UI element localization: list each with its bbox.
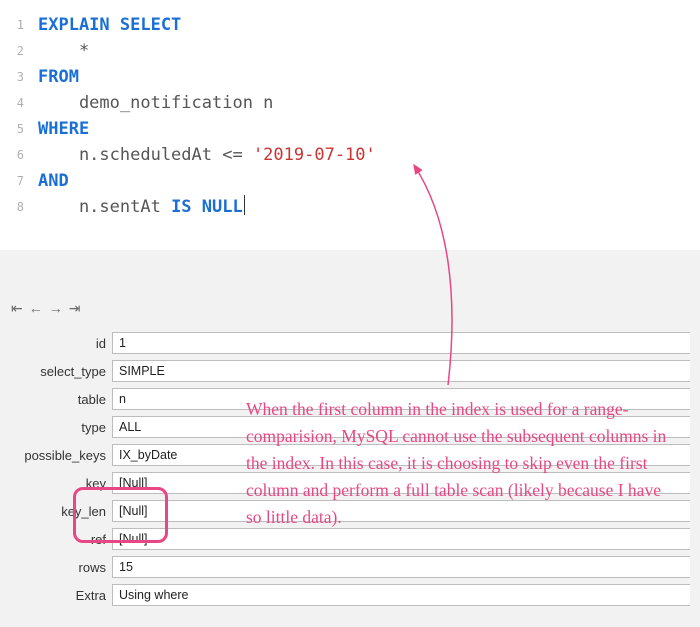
code-line[interactable]: 5WHERE [0,116,700,142]
result-value[interactable]: n [112,388,690,410]
code-line[interactable]: 8 n.sentAt IS NULL [0,194,700,220]
result-label: table [0,392,112,407]
code-content[interactable]: n.scheduledAt <= '2019-07-10' [38,142,700,168]
result-value[interactable]: Using where [112,584,690,606]
result-row-rows: rows15 [0,555,690,579]
code-content[interactable]: WHERE [38,116,700,142]
nav-first-icon[interactable]: ⇤ [10,298,24,319]
line-number: 6 [0,142,38,168]
result-label: possible_keys [0,448,112,463]
code-line[interactable]: 2 * [0,38,700,64]
code-line[interactable]: 4 demo_notification n [0,90,700,116]
code-content[interactable]: * [38,38,700,64]
sql-editor[interactable]: 1EXPLAIN SELECT2 *3FROM4 demo_notificati… [0,0,700,250]
code-content[interactable]: n.sentAt IS NULL [38,194,700,220]
code-line[interactable]: 6 n.scheduledAt <= '2019-07-10' [0,142,700,168]
result-row-id: id1 [0,331,690,355]
result-value[interactable]: 15 [112,556,690,578]
result-row-key_len: key_len[Null] [0,499,690,523]
text-cursor [244,195,245,215]
line-number: 5 [0,116,38,142]
result-value[interactable]: ALL [112,416,690,438]
result-row-type: typeALL [0,415,690,439]
result-label: key [0,476,112,491]
result-value[interactable]: SIMPLE [112,360,690,382]
result-value[interactable]: 1 [112,332,690,354]
result-value[interactable]: [Null] [112,472,690,494]
nav-prev-icon[interactable]: ← [28,298,44,319]
result-value[interactable]: [Null] [112,528,690,550]
record-nav: ⇤ ← → ⇥ [0,290,700,331]
line-number: 4 [0,90,38,116]
result-label: id [0,336,112,351]
result-label: rows [0,560,112,575]
code-content[interactable]: EXPLAIN SELECT [38,12,700,38]
result-label: key_len [0,504,112,519]
result-row-possible_keys: possible_keysIX_byDate [0,443,690,467]
result-value[interactable]: IX_byDate [112,444,690,466]
result-label: ref [0,532,112,547]
result-row-ref: ref[Null] [0,527,690,551]
result-label: type [0,420,112,435]
result-label: select_type [0,364,112,379]
line-number: 2 [0,38,38,64]
code-line[interactable]: 3FROM [0,64,700,90]
code-line[interactable]: 7AND [0,168,700,194]
pane-divider [0,250,700,290]
result-row-key: key[Null] [0,471,690,495]
code-line[interactable]: 1EXPLAIN SELECT [0,12,700,38]
code-content[interactable]: demo_notification n [38,90,700,116]
explain-result-pane: id1select_typeSIMPLEtablentypeALLpossibl… [0,331,700,607]
result-value[interactable]: [Null] [112,500,690,522]
line-number: 7 [0,168,38,194]
nav-last-icon[interactable]: ⇥ [68,298,82,319]
result-row-table: tablen [0,387,690,411]
line-number: 1 [0,12,38,38]
line-number: 3 [0,64,38,90]
code-content[interactable]: FROM [38,64,700,90]
result-row-extra: ExtraUsing where [0,583,690,607]
result-label: Extra [0,588,112,603]
result-row-select_type: select_typeSIMPLE [0,359,690,383]
code-content[interactable]: AND [38,168,700,194]
nav-next-icon[interactable]: → [48,298,64,319]
line-number: 8 [0,194,38,220]
